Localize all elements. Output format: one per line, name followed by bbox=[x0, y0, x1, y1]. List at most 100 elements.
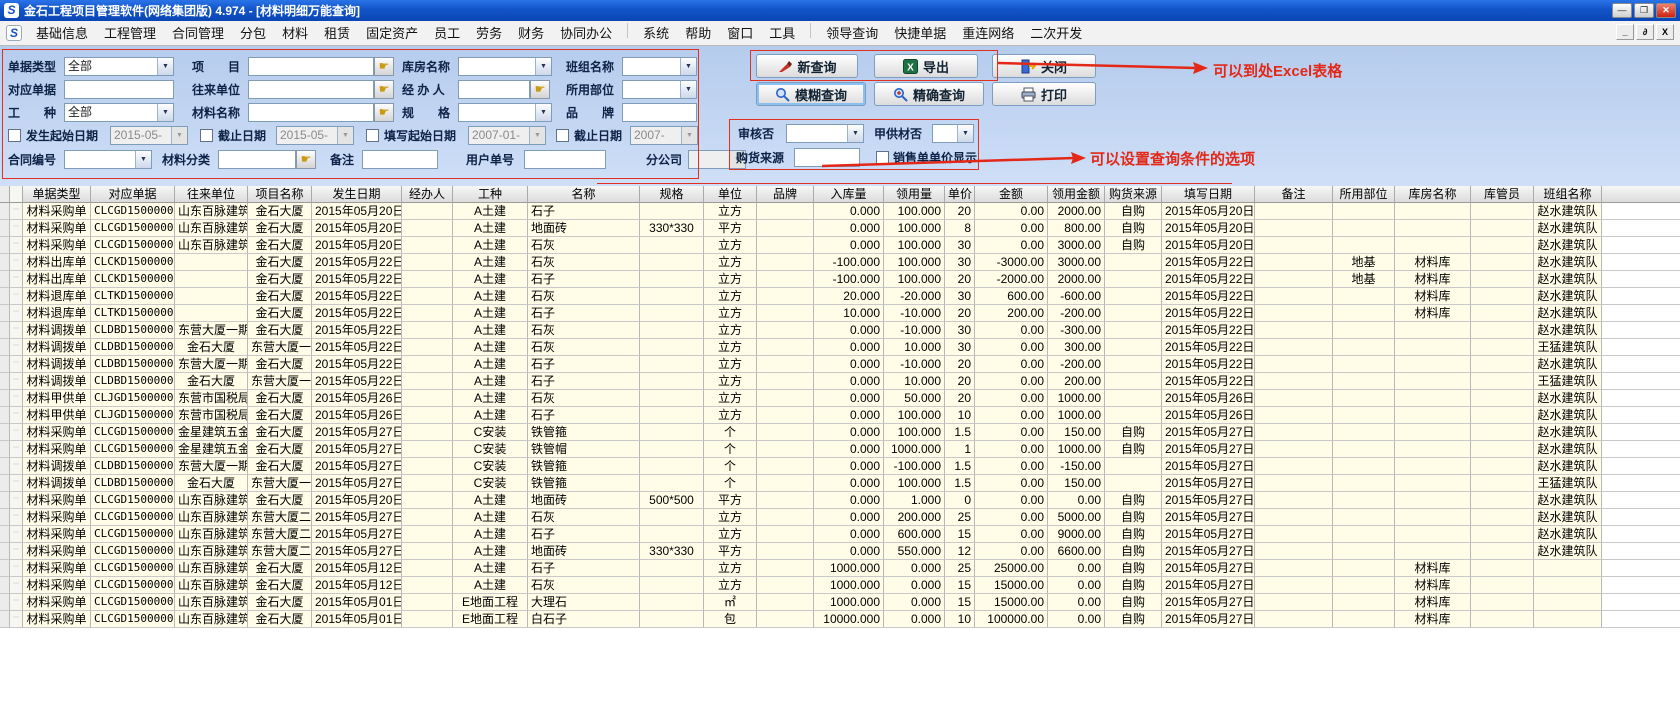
table-row[interactable]: ⋯材料甲供单CLJGD150000001东营市国税局金石大厦2015年05月26… bbox=[0, 390, 1680, 407]
menu-item-重连网络[interactable]: 重连网络 bbox=[954, 23, 1022, 44]
chevron-down-icon[interactable]: ▼ bbox=[529, 127, 545, 144]
menu-item-劳务[interactable]: 劳务 bbox=[468, 23, 510, 44]
column-header-入库量[interactable]: 入库量 bbox=[814, 186, 884, 203]
table-row[interactable]: ⋯材料出库单CLCKD150000001金石大厦2015年05月22日A土建石灰… bbox=[0, 254, 1680, 271]
fill-end-checkbox[interactable] bbox=[556, 129, 569, 142]
team-select[interactable]: ▼ bbox=[622, 57, 697, 76]
chevron-down-icon[interactable]: ▼ bbox=[157, 104, 173, 121]
table-row[interactable]: ⋯材料采购单CLCGD150000001山东百脉建筑:金石大厦2015年05月2… bbox=[0, 237, 1680, 254]
exact-query-button[interactable]: 精确查询 bbox=[874, 82, 984, 106]
chevron-down-icon[interactable]: ▼ bbox=[847, 125, 863, 142]
menu-item-协同办公[interactable]: 协同办公 bbox=[552, 23, 620, 44]
mdi-restore-button[interactable]: ∂ bbox=[1636, 24, 1654, 40]
used-part-select[interactable]: ▼ bbox=[622, 80, 697, 99]
table-row[interactable]: ⋯材料采购单CLCGD150000002金星建筑五金:金石大厦2015年05月2… bbox=[0, 424, 1680, 441]
chevron-down-icon[interactable]: ▼ bbox=[135, 151, 151, 168]
column-header-单价[interactable]: 单价 bbox=[945, 186, 975, 203]
chevron-down-icon[interactable]: ▼ bbox=[680, 58, 696, 75]
column-header-名称[interactable]: 名称 bbox=[528, 186, 640, 203]
handler-input[interactable] bbox=[458, 80, 530, 99]
fill-end-date[interactable]: 2007-01-31▼ bbox=[630, 126, 698, 145]
brand-input[interactable] bbox=[622, 103, 697, 122]
menu-item-员工[interactable]: 员工 bbox=[426, 23, 468, 44]
mdi-close-button[interactable]: X bbox=[1656, 24, 1674, 40]
owner-supplied-select[interactable]: ▼ bbox=[932, 124, 974, 143]
column-header-单据类型[interactable]: 单据类型 bbox=[23, 186, 91, 203]
chevron-down-icon[interactable]: ▼ bbox=[535, 58, 551, 75]
menu-item-工程管理[interactable]: 工程管理 bbox=[96, 23, 164, 44]
chevron-down-icon[interactable]: ▼ bbox=[680, 81, 696, 98]
table-row[interactable]: ⋯材料调拨单CLDBD150000001金石大厦东营大厦一期2015年05月22… bbox=[0, 373, 1680, 390]
column-header-领用量[interactable]: 领用量 bbox=[884, 186, 945, 203]
menu-item-快捷单据[interactable]: 快捷单据 bbox=[886, 23, 954, 44]
menu-item-材料[interactable]: 材料 bbox=[274, 23, 316, 44]
table-row[interactable]: ⋯材料采购单CLCGD150000003山东百脉建筑:东营大厦二期2015年05… bbox=[0, 543, 1680, 560]
table-row[interactable]: ⋯材料调拨单CLDBD150000002金石大厦东营大厦一期2015年05月27… bbox=[0, 475, 1680, 492]
table-row[interactable]: ⋯材料采购单CLCGD150000003山东百脉建筑:东营大厦二期2015年05… bbox=[0, 509, 1680, 526]
fill-start-checkbox[interactable] bbox=[366, 129, 379, 142]
ref-bill-input[interactable] bbox=[64, 80, 174, 99]
table-row[interactable]: ⋯材料调拨单CLDBD150000002东营大厦一期金石大厦2015年05月27… bbox=[0, 458, 1680, 475]
table-row[interactable]: ⋯材料采购单CLCGD150000003山东百脉建筑:东营大厦二期2015年05… bbox=[0, 526, 1680, 543]
menu-item-帮助[interactable]: 帮助 bbox=[677, 23, 719, 44]
column-header-库房名称[interactable]: 库房名称 bbox=[1395, 186, 1471, 203]
column-header-填写日期[interactable]: 填写日期 bbox=[1162, 186, 1255, 203]
table-row[interactable]: ⋯材料采购单CLCGD150000005山东百脉建筑:金石大厦2015年05月0… bbox=[0, 594, 1680, 611]
table-row[interactable]: ⋯材料采购单CLCGD150000004山东百脉建筑:金石大厦2015年05月1… bbox=[0, 577, 1680, 594]
table-row[interactable]: ⋯材料采购单CLCGD150000001山东百脉建筑:金石大厦2015年05月2… bbox=[0, 220, 1680, 237]
column-header-经办人[interactable]: 经办人 bbox=[402, 186, 453, 203]
column-header-金额[interactable]: 金额 bbox=[975, 186, 1048, 203]
table-row[interactable]: ⋯材料采购单CLCGD150000001山东百脉建筑:金石大厦2015年05月2… bbox=[0, 492, 1680, 509]
column-header-项目名称[interactable]: 项目名称 bbox=[248, 186, 312, 203]
column-header-购货来源[interactable]: 购货来源 bbox=[1105, 186, 1162, 203]
contract-no-select[interactable]: ▼ bbox=[64, 150, 152, 169]
close-button[interactable]: ✕ bbox=[1656, 3, 1676, 18]
chevron-down-icon[interactable]: ▼ bbox=[957, 125, 973, 142]
menu-item-财务[interactable]: 财务 bbox=[510, 23, 552, 44]
column-header-领用金额[interactable]: 领用金额 bbox=[1048, 186, 1105, 203]
column-header-发生日期[interactable]: 发生日期 bbox=[312, 186, 402, 203]
handler-picker-button[interactable]: ☛ bbox=[530, 80, 550, 99]
table-row[interactable]: ⋯材料采购单CLCGD150000002金星建筑五金:金石大厦2015年05月2… bbox=[0, 441, 1680, 458]
chevron-down-icon[interactable]: ▼ bbox=[337, 127, 353, 144]
project-input[interactable] bbox=[248, 57, 374, 76]
column-header-单位[interactable]: 单位 bbox=[704, 186, 757, 203]
occur-start-date[interactable]: 2015-05-28▼ bbox=[110, 126, 188, 145]
export-button[interactable]: X 导出 bbox=[874, 54, 978, 78]
column-header-库管员[interactable]: 库管员 bbox=[1471, 186, 1534, 203]
material-name-input[interactable] bbox=[248, 103, 374, 122]
menu-item-领导查询[interactable]: 领导查询 bbox=[818, 23, 886, 44]
maximize-button[interactable]: ❐ bbox=[1634, 3, 1654, 18]
column-header-规格[interactable]: 规格 bbox=[640, 186, 704, 203]
bill-type-select[interactable]: 全部 ▼ bbox=[64, 57, 174, 76]
column-header-所用部位[interactable]: 所用部位 bbox=[1333, 186, 1395, 203]
material-class-picker-button[interactable]: ☛ bbox=[296, 150, 316, 169]
close-window-button[interactable]: 关闭 bbox=[992, 54, 1096, 78]
table-row[interactable]: ⋯材料调拨单CLDBD150000001金石大厦东营大厦一期2015年05月22… bbox=[0, 339, 1680, 356]
counterpart-picker-button[interactable]: ☛ bbox=[374, 80, 394, 99]
table-row[interactable]: ⋯材料调拨单CLDBD150000001东营大厦一期金石大厦2015年05月22… bbox=[0, 356, 1680, 373]
purchase-source-select[interactable] bbox=[794, 148, 860, 167]
fill-start-date[interactable]: 2007-01-31▼ bbox=[468, 126, 546, 145]
warehouse-select[interactable]: ▼ bbox=[458, 57, 552, 76]
table-row[interactable]: ⋯材料退库单CLTKD150000001金石大厦2015年05月22日A土建石灰… bbox=[0, 288, 1680, 305]
material-class-input[interactable] bbox=[218, 150, 296, 169]
chevron-down-icon[interactable]: ▼ bbox=[171, 127, 187, 144]
chevron-down-icon[interactable]: ▼ bbox=[157, 58, 173, 75]
menu-item-租赁[interactable]: 租赁 bbox=[316, 23, 358, 44]
menu-item-固定资产[interactable]: 固定资产 bbox=[358, 23, 426, 44]
menu-item-二次开发[interactable]: 二次开发 bbox=[1022, 23, 1090, 44]
menu-item-窗口[interactable]: 窗口 bbox=[719, 23, 761, 44]
user-bill-no-input[interactable] bbox=[524, 150, 606, 169]
remark-input[interactable] bbox=[362, 150, 438, 169]
occur-end-date[interactable]: 2015-05-28▼ bbox=[276, 126, 354, 145]
occur-end-checkbox[interactable] bbox=[200, 129, 213, 142]
material-name-picker-button[interactable]: ☛ bbox=[374, 103, 394, 122]
column-header-备注[interactable]: 备注 bbox=[1255, 186, 1333, 203]
print-button[interactable]: 打印 bbox=[992, 82, 1096, 106]
occur-start-checkbox[interactable] bbox=[8, 129, 21, 142]
menu-item-工具[interactable]: 工具 bbox=[761, 23, 803, 44]
table-row[interactable]: ⋯材料采购单CLCGD150000001山东百脉建筑:金石大厦2015年05月2… bbox=[0, 203, 1680, 220]
audited-select[interactable]: ▼ bbox=[786, 124, 864, 143]
chevron-down-icon[interactable]: ▼ bbox=[681, 127, 697, 144]
